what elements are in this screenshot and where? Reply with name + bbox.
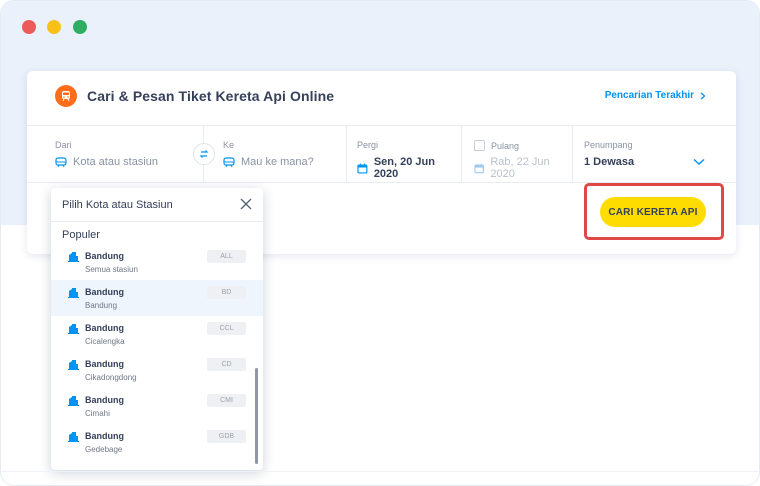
page-title: Cari & Pesan Tiket Kereta Api Online [87, 88, 335, 104]
destination-field[interactable]: Ke Mau ke mana? [204, 126, 347, 183]
city-building-icon [68, 396, 79, 406]
passenger-field[interactable]: Penumpang 1 Dewasa [573, 126, 736, 183]
list-item[interactable]: Bandung Cicalengka CCL [51, 316, 263, 352]
dropdown-scrollbar[interactable] [255, 368, 258, 464]
city-name: Bandung [85, 395, 124, 405]
station-picker-dropdown: Pilih Kota atau Stasiun Populer Bandung … [51, 188, 263, 470]
city-name: Bandung [85, 323, 124, 333]
recent-search-label: Pencarian Terakhir [604, 90, 694, 101]
station-code-badge: CMI [207, 394, 246, 407]
station-code-badge: CD [207, 358, 246, 371]
app-window: Cari & Pesan Tiket Kereta Api Online Pen… [0, 0, 760, 486]
calendar-icon [357, 163, 368, 174]
passenger-value: 1 Dewasa [584, 156, 635, 168]
window-close-button[interactable] [22, 20, 36, 34]
city-building-icon [68, 252, 79, 262]
dropdown-header: Pilih Kota atau Stasiun [51, 188, 263, 222]
station-name: Bandung [85, 301, 118, 310]
station-code-badge: GDB [207, 430, 246, 443]
city-name: Bandung [85, 359, 124, 369]
dropdown-title: Pilih Kota atau Stasiun [62, 199, 173, 211]
close-icon[interactable] [239, 197, 253, 211]
origin-label: Dari [55, 140, 72, 150]
city-name: Bandung [85, 251, 124, 261]
station-code-badge: ALL [207, 250, 246, 263]
return-label: Pulang [491, 140, 520, 151]
window-minimize-button[interactable] [47, 20, 61, 34]
calendar-icon [474, 163, 484, 173]
station-name: Cicalengka [85, 337, 125, 346]
city-building-icon [68, 324, 79, 334]
destination-input[interactable]: Mau ke mana? [241, 156, 314, 168]
window-maximize-button[interactable] [73, 20, 87, 34]
popular-section-title: Populer [62, 229, 100, 241]
origin-input[interactable]: Kota atau stasiun [73, 156, 158, 168]
city-name: Bandung [85, 287, 124, 297]
divider [1, 471, 759, 472]
city-building-icon [68, 360, 79, 370]
city-building-icon [68, 288, 79, 298]
station-name: Semua stasiun [85, 265, 138, 274]
destination-label: Ke [223, 140, 235, 150]
list-item[interactable]: Bandung Cimahi CMI [51, 388, 263, 424]
station-name: Cikadongdong [85, 373, 137, 382]
list-item[interactable]: Bandung Semua stasiun ALL [51, 244, 263, 280]
chevron-down-icon[interactable] [693, 158, 705, 166]
return-date-value: Rab, 22 Jun 2020 [490, 156, 550, 180]
train-station-icon [223, 156, 235, 167]
station-name: Cimahi [85, 409, 110, 418]
station-code-badge: CCL [207, 322, 246, 335]
card-header: Cari & Pesan Tiket Kereta Api Online Pen… [27, 71, 736, 126]
origin-field[interactable]: Dari Kota atau stasiun [27, 126, 215, 183]
city-name: Bandung [85, 431, 124, 441]
train-icon [55, 85, 77, 107]
return-checkbox[interactable] [474, 140, 485, 151]
train-station-icon [55, 156, 67, 167]
search-fields-row: Dari Kota atau stasiun Ke Mau ke mana? P… [27, 126, 736, 183]
list-item[interactable]: Bandung Gedebage GDB [51, 424, 263, 460]
passenger-label: Penumpang [584, 140, 633, 150]
station-code-badge: BD [207, 286, 246, 299]
recent-search-link[interactable]: Pencarian Terakhir [605, 90, 706, 101]
city-building-icon [68, 432, 79, 442]
list-item[interactable]: Bandung Cikadongdong CD [51, 352, 263, 388]
station-name: Gedebage [85, 445, 123, 454]
search-train-button[interactable]: CARI KERETA API [600, 197, 706, 227]
departure-date-value: Sen, 20 Jun 2020 [373, 156, 435, 180]
station-list: Bandung Semua stasiun ALL Bandung Bandun… [51, 244, 263, 460]
list-item[interactable]: Bandung Bandung BD [51, 280, 263, 316]
departure-label: Pergi [357, 140, 379, 150]
departure-date-field[interactable]: Pergi Sen, 20 Jun 2020 [347, 126, 462, 183]
return-date-field[interactable]: Pulang Rab, 22 Jun 2020 [462, 126, 573, 183]
chevron-right-icon [700, 92, 706, 99]
